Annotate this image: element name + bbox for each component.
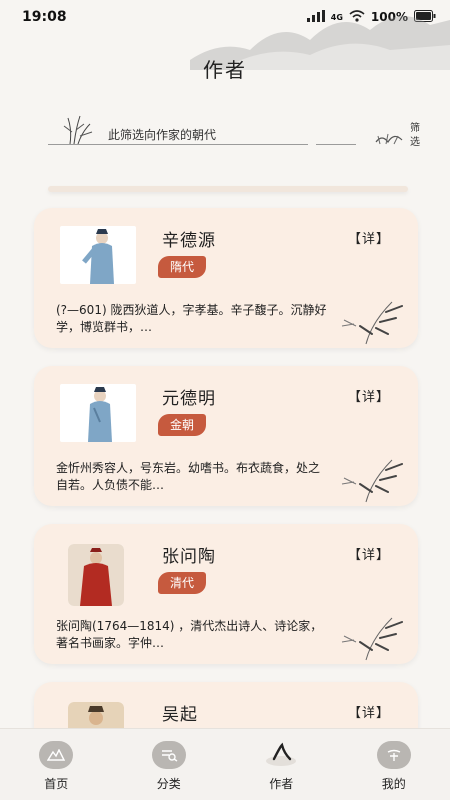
detail-link[interactable]: 【详】 [348,386,390,405]
author-name: 辛德源 [162,231,216,251]
bottom-tab-bar: 首页 分类 作者 我的 [0,728,450,800]
tab-author-label: 作者 [269,777,294,791]
list-divider [48,186,408,192]
dynasty-filter-bar[interactable]: 此筛选向作家的朝代 筛 选 [48,112,428,156]
author-card[interactable]: 辛德源 隋代 【详】 (?—601) 陇西狄道人，字孝基。辛子馥子。沉静好学，博… [34,208,418,348]
author-name: 吴起 [162,705,198,725]
dynasty-badge: 隋代 [158,256,207,278]
author-description: 张问陶(1764—1814) ，清代杰出诗人、诗论家，著名书画家。字仲… [56,619,323,650]
filter-button-label: 筛 选 [408,122,422,150]
category-icon [151,741,186,769]
filter-button[interactable]: 筛 选 [374,118,432,154]
author-portrait [68,544,124,606]
dynasty-badge: 清代 [158,572,207,594]
tab-profile[interactable]: 我的 [344,729,444,800]
author-name: 张问陶 [162,547,216,567]
author-description: 金忻州秀容人，号东岩。幼嗜书。布衣蔬食，处之自若。人负债不能… [56,461,321,492]
bamboo-icon [341,617,403,661]
filter-button-label-top: 筛 [410,123,420,134]
tab-profile-label: 我的 [381,777,406,791]
tab-author[interactable]: 作者 [231,729,331,800]
dynasty-badge: 金朝 [158,414,207,436]
filter-hint: 此筛选向作家的朝代 [108,128,217,142]
detail-link[interactable]: 【详】 [348,702,390,721]
author-name: 元德明 [162,389,216,409]
author-description: (?—601) 陇西狄道人，字孝基。辛子馥子。沉静好学，博览群书，… [56,303,327,334]
reed-icon [63,115,93,145]
mountain-icon [39,741,74,769]
status-time: 19:08 [22,9,67,25]
tab-home[interactable]: 首页 [6,729,106,800]
author-portrait [60,384,136,442]
filter-underline-short [316,144,356,145]
page-title: 作者 [203,58,247,82]
author-portrait [60,226,136,284]
tab-category[interactable]: 分类 [119,729,219,800]
bamboo-icon [341,459,403,503]
detail-link[interactable]: 【详】 [348,544,390,563]
profile-icon [376,741,411,769]
author-icon [264,741,298,769]
bamboo-icon [341,301,403,345]
filter-underline [48,144,308,145]
tab-category-label: 分类 [156,777,181,791]
author-card[interactable]: 元德明 金朝 【详】 金忻州秀容人，号东岩。幼嗜书。布衣蔬食，处之自若。人负债不… [34,366,418,506]
ink-grass-icon [375,133,403,145]
detail-link[interactable]: 【详】 [348,228,390,247]
filter-button-label-bottom: 选 [410,137,420,148]
author-card[interactable]: 张问陶 清代 【详】 张问陶(1764—1814) ，清代杰出诗人、诗论家，著名… [34,524,418,664]
tab-home-label: 首页 [44,777,69,791]
